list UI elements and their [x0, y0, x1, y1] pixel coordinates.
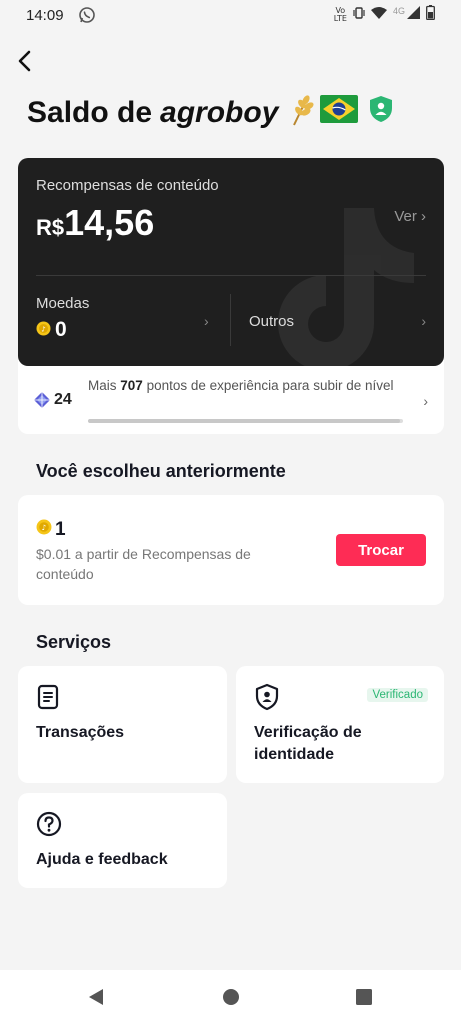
vertical-divider — [230, 294, 231, 346]
level-progress-bar — [88, 419, 403, 423]
back-button[interactable] — [14, 48, 38, 74]
level-card[interactable]: 24 Mais 707 pontos de experiência para s… — [18, 360, 444, 434]
identity-verification-card[interactable]: Verificado Verificação de identidade — [236, 666, 444, 783]
status-bar: 14:09 Vo LTE 4G — [0, 0, 461, 32]
exchange-button[interactable]: Trocar — [336, 534, 426, 566]
coins-value-row: ♪ 0 — [36, 318, 67, 342]
nav-recents-icon[interactable] — [354, 987, 374, 1012]
card-divider — [36, 275, 426, 276]
level-progress-fill — [88, 419, 400, 423]
rewards-amount: R$14,56 — [36, 202, 154, 244]
content-rewards-card[interactable]: Recompensas de conteúdo R$14,56 Ver › Mo… — [18, 158, 444, 366]
nav-back-icon[interactable] — [86, 987, 106, 1012]
status-icons: Vo LTE 4G — [334, 5, 435, 25]
wifi-icon — [370, 6, 387, 25]
previous-choice-card: ♪ 1 $0.01 a partir de Recompensas de con… — [18, 495, 444, 605]
coins-value: 0 — [55, 318, 67, 341]
status-time: 14:09 — [26, 7, 64, 24]
shield-badge-icon — [368, 95, 394, 131]
transactions-label: Transações — [36, 724, 125, 741]
previous-section-title: Você escolheu anteriormente — [36, 461, 286, 481]
signal-icon — [407, 6, 420, 24]
level-chevron-icon: › — [423, 393, 428, 409]
level-number: 24 — [54, 391, 72, 408]
others-chevron-icon[interactable]: › — [421, 313, 426, 329]
help-feedback-card[interactable]: Ajuda e feedback — [18, 793, 227, 888]
coins-chevron-icon[interactable]: › — [204, 313, 209, 329]
view-rewards-link[interactable]: Ver › — [394, 208, 426, 225]
services-section-title: Serviços — [36, 632, 112, 652]
rewards-value: 14,56 — [64, 202, 155, 243]
level-points: 707 — [120, 378, 143, 393]
system-nav-bar — [0, 970, 461, 1024]
whatsapp-icon — [78, 6, 96, 29]
vibrate-icon — [353, 6, 365, 25]
coin-icon: ♪ — [36, 318, 51, 342]
wheat-icon — [286, 92, 316, 134]
coin-icon: ♪ — [36, 519, 52, 541]
previous-amount-row: ♪ 1 — [36, 519, 66, 541]
back-arrow-icon — [18, 50, 31, 72]
brazil-flag-icon — [320, 95, 359, 131]
level-description: Mais 707 pontos de experiência para subi… — [88, 378, 394, 393]
battery-icon — [426, 5, 435, 25]
level-gem-icon — [34, 392, 50, 413]
help-circle-icon — [36, 811, 62, 842]
username: agroboy — [160, 96, 279, 129]
previous-description: $0.01 a partir de Recompensas de conteúd… — [36, 546, 251, 582]
page-title: Saldo de agroboy — [27, 92, 394, 134]
transactions-card[interactable]: Transações — [18, 666, 227, 783]
help-label: Ajuda e feedback — [36, 851, 168, 868]
document-icon — [36, 684, 60, 715]
previous-amount: 1 — [55, 519, 66, 540]
identity-label: Verificação de identidade — [254, 724, 362, 763]
rewards-label: Recompensas de conteúdo — [36, 177, 219, 194]
id-shield-icon — [254, 683, 280, 716]
title-prefix: Saldo de — [27, 96, 153, 129]
others-link[interactable]: Outros — [249, 313, 294, 330]
nav-home-icon[interactable] — [221, 987, 241, 1012]
network-type: 4G — [392, 6, 405, 16]
svg-text:♪: ♪ — [41, 325, 45, 333]
verified-badge: Verificado — [367, 688, 428, 702]
volte-indicator: Vo LTE — [333, 6, 347, 23]
coins-label: Moedas — [36, 295, 90, 312]
currency-symbol: R$ — [36, 215, 65, 240]
svg-text:♪: ♪ — [42, 523, 47, 532]
